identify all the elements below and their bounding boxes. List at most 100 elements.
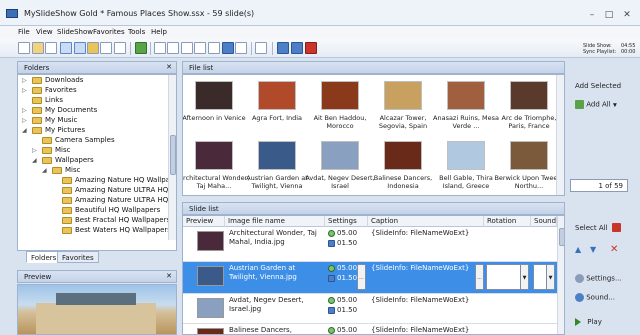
open-show-icon[interactable]	[32, 42, 44, 54]
caption-edit-button[interactable]: ...	[475, 264, 484, 290]
sound-dropdown-icon[interactable]: ▼	[546, 264, 555, 290]
menu-favorites[interactable]: Favorites	[93, 28, 125, 36]
share-icon[interactable]	[277, 42, 289, 54]
column-sound[interactable]: Sound	[531, 216, 557, 227]
align-icon[interactable]	[194, 42, 206, 54]
scrollbar-thumb[interactable]	[170, 135, 176, 175]
menu-file[interactable]: File	[18, 28, 30, 36]
play-label: Play	[587, 318, 602, 326]
clear-icon[interactable]	[612, 223, 621, 232]
column-rotation[interactable]: Rotation	[484, 216, 531, 227]
layout-one-icon[interactable]	[60, 42, 72, 54]
page-indicator: 1 of 59	[570, 179, 628, 192]
distribute-icon[interactable]	[208, 42, 220, 54]
layout-three-icon[interactable]	[100, 42, 112, 54]
view-menu-icon[interactable]	[255, 42, 267, 54]
file-thumbnail[interactable]	[510, 81, 548, 110]
menu-slideshow[interactable]: SlideShow	[57, 28, 93, 36]
file-thumbnail[interactable]	[195, 141, 233, 170]
add-all-button[interactable]: Add All ▼	[575, 100, 617, 109]
slide-caption[interactable]: {SlideInfo: FileNameWoExt}	[371, 264, 469, 273]
tree-item-wallpapers[interactable]: ◢ Wallpapers	[32, 156, 172, 166]
slide-caption[interactable]: {SlideInfo: FileNameWoExt}	[371, 296, 469, 305]
folders-scrollbar[interactable]	[168, 75, 176, 240]
tree-item-wallpaper-folder[interactable]: Best Waters HQ Wallpapers	[52, 226, 176, 236]
menu-tools[interactable]: Tools	[128, 28, 145, 36]
file-thumbnail[interactable]	[384, 81, 422, 110]
column-settings[interactable]: Settings	[325, 216, 368, 227]
slide-row[interactable]: Austrian Garden at Twilight, Vienna.jpg 0…	[183, 262, 564, 294]
maximize-button[interactable]: □	[601, 10, 617, 21]
select-all-button[interactable]: Select All	[575, 224, 608, 232]
file-thumbnail[interactable]	[258, 141, 296, 170]
delete-icon[interactable]: ✕	[610, 244, 618, 255]
tree-item-wallpaper-folder[interactable]: Amazing Nature ULTRA HQ W	[52, 186, 176, 196]
column-image-file-name[interactable]: Image file name	[225, 216, 325, 227]
scrollbar-thumb[interactable]	[559, 228, 564, 246]
panel-close-icon[interactable]: ✕	[166, 272, 172, 280]
column-caption[interactable]: Caption	[368, 216, 484, 227]
layout-two-icon[interactable]	[74, 42, 86, 54]
settings-edit-button[interactable]: ...	[357, 264, 366, 290]
move-up-icon[interactable]: ▲	[575, 245, 581, 254]
slide-row[interactable]: Balinese Dancers, Indonesia.jpg 05.00 {Sli…	[183, 324, 564, 334]
rotation-dropdown-icon[interactable]: ▼	[520, 264, 529, 290]
new-show-icon[interactable]	[18, 42, 30, 54]
tree-item-camera-samples[interactable]: Camera Samples	[32, 136, 172, 146]
slide-list-scrollbar[interactable]	[557, 216, 564, 334]
tree-item-my-music[interactable]: ▷ My Music	[22, 116, 172, 126]
tree-item-wallpaper-folder[interactable]: Best Fractal HQ Wallpapers	[52, 216, 176, 226]
play-icon[interactable]	[135, 42, 147, 54]
tab-favorites[interactable]: Favorites	[57, 251, 99, 263]
music-icon[interactable]	[222, 42, 234, 54]
file-caption: Austrian Garden at Twilight, Vienna	[246, 174, 308, 190]
file-caption: Architectural Wonder, Taj Maha...	[182, 174, 250, 190]
sound-button[interactable]: Sound...	[575, 293, 615, 302]
slide-row[interactable]: Avdat, Negev Desert, Israel.jpg 05.00 01.5…	[183, 294, 564, 324]
facebook-icon[interactable]	[291, 42, 303, 54]
minimize-button[interactable]: –	[584, 10, 600, 21]
export-icon[interactable]	[154, 42, 166, 54]
column-preview[interactable]: Preview	[183, 216, 225, 227]
tree-item-wallpapers-misc[interactable]: ◢ Misc	[42, 166, 172, 176]
list-icon[interactable]	[235, 42, 247, 54]
tree-item-misc[interactable]: ▷ Misc	[32, 146, 172, 156]
file-thumbnail[interactable]	[321, 81, 359, 110]
tree-item-wallpaper-folder[interactable]: Amazing Nature HQ Wallpaper	[52, 176, 176, 186]
tree-item-favorites[interactable]: ▷ Favorites	[22, 86, 172, 96]
tree-item-my-documents[interactable]: ▷ My Documents	[22, 106, 172, 116]
settings-icon[interactable]	[181, 42, 193, 54]
slide-caption[interactable]: {SlideInfo: FileNameWoExt}	[371, 229, 469, 238]
clock-icon[interactable]	[167, 42, 179, 54]
slide-thumbnail	[197, 266, 224, 286]
settings-button[interactable]: Settings...	[575, 274, 622, 283]
file-thumbnail[interactable]	[321, 141, 359, 170]
menu-view[interactable]: View	[36, 28, 53, 36]
tree-item-wallpaper-folder[interactable]: Beautiful HQ Wallpapers	[52, 206, 176, 216]
move-down-icon[interactable]: ▼	[590, 245, 596, 254]
file-thumbnail[interactable]	[195, 81, 233, 110]
panel-close-icon[interactable]: ✕	[166, 63, 172, 71]
folder-view-icon[interactable]	[87, 42, 99, 54]
file-thumbnail[interactable]	[447, 141, 485, 170]
tree-item-my-pictures[interactable]: ◢ My Pictures	[22, 126, 172, 136]
menu-help[interactable]: Help	[151, 28, 167, 36]
save-show-icon[interactable]	[45, 42, 57, 54]
file-thumbnail[interactable]	[258, 81, 296, 110]
tree-item-wallpaper-folder[interactable]: Amazing Nature ULTRA HQ W	[52, 196, 176, 206]
tree-item-downloads[interactable]: ▷ Downloads	[22, 76, 172, 86]
file-thumbnail[interactable]	[510, 141, 548, 170]
file-list-scrollbar[interactable]	[556, 75, 564, 195]
youtube-icon[interactable]	[305, 42, 317, 54]
close-button[interactable]: ✕	[619, 10, 635, 21]
file-thumbnail[interactable]	[447, 81, 485, 110]
slide-row[interactable]: Architectural Wonder, Taj Mahal, India.j…	[183, 227, 564, 262]
slide-caption[interactable]: {SlideInfo: FileNameWoExt}	[371, 326, 469, 334]
slide-list: Preview Image file name Settings Caption…	[182, 215, 565, 335]
tree-item-links[interactable]: Links	[22, 96, 172, 106]
tab-folders[interactable]: Folders	[26, 251, 62, 263]
file-thumbnail[interactable]	[384, 141, 422, 170]
play-button[interactable]: Play	[575, 318, 602, 326]
layout-four-icon[interactable]	[114, 42, 126, 54]
add-selected-button[interactable]: Add Selected	[575, 82, 621, 90]
